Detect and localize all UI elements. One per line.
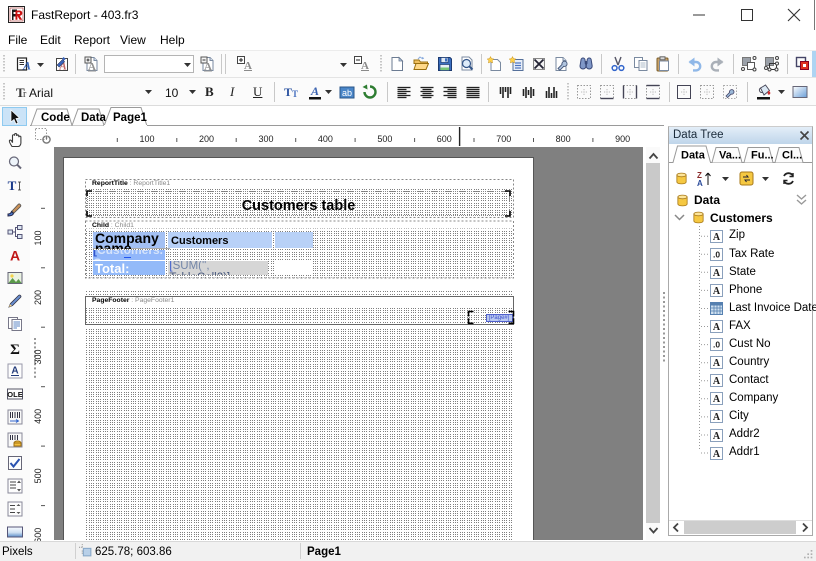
svg-text:600: 600 (33, 528, 43, 541)
svg-text:500: 500 (33, 468, 43, 483)
svg-text:100: 100 (139, 134, 154, 144)
svg-text:Fu...: Fu... (751, 150, 774, 162)
svg-text:A: A (713, 394, 721, 405)
svg-text:Cl...: Cl... (782, 150, 802, 162)
svg-text:Σ: Σ (10, 342, 20, 356)
svg-text:400: 400 (318, 134, 333, 144)
svg-text:A: A (204, 61, 212, 72)
svg-text:100: 100 (33, 230, 43, 245)
svg-text:900: 900 (615, 134, 630, 144)
svg-text:A: A (713, 412, 721, 423)
svg-text:500: 500 (377, 134, 392, 144)
svg-text:200: 200 (199, 134, 214, 144)
svg-text:A: A (713, 449, 721, 460)
svg-text:Code: Code (41, 112, 70, 124)
svg-text:A: A (713, 232, 721, 243)
svg-text:600: 600 (437, 134, 452, 144)
svg-text:OLE: OLE (7, 390, 22, 399)
svg-text:Page1: Page1 (113, 112, 147, 124)
svg-text:T: T (284, 85, 292, 99)
svg-text:T: T (292, 89, 298, 99)
svg-text:A: A (713, 376, 721, 387)
svg-text:Data: Data (681, 150, 706, 162)
svg-text:Va...: Va... (719, 150, 741, 162)
svg-text:300: 300 (258, 134, 273, 144)
svg-text:.0: .0 (713, 340, 720, 350)
svg-text:300: 300 (33, 349, 43, 364)
svg-text:A: A (10, 248, 20, 264)
svg-text:A: A (713, 358, 721, 369)
svg-text:A: A (22, 59, 31, 73)
svg-text:A: A (713, 322, 721, 333)
svg-text:Data: Data (81, 112, 107, 124)
svg-text:A: A (310, 84, 319, 98)
svg-text:A: A (88, 61, 96, 72)
svg-text:200: 200 (33, 290, 43, 305)
svg-text:700: 700 (496, 134, 511, 144)
svg-text:400: 400 (33, 409, 43, 424)
svg-text:.0: .0 (713, 249, 720, 259)
svg-text:A: A (713, 268, 721, 279)
svg-text:A: A (713, 286, 721, 297)
svg-text:800: 800 (556, 134, 571, 144)
svg-text:A: A (713, 431, 721, 442)
svg-text:ab: ab (342, 88, 352, 98)
svg-text:r: r (23, 89, 27, 100)
svg-text:T: T (8, 178, 17, 193)
svg-text:A: A (11, 366, 18, 377)
